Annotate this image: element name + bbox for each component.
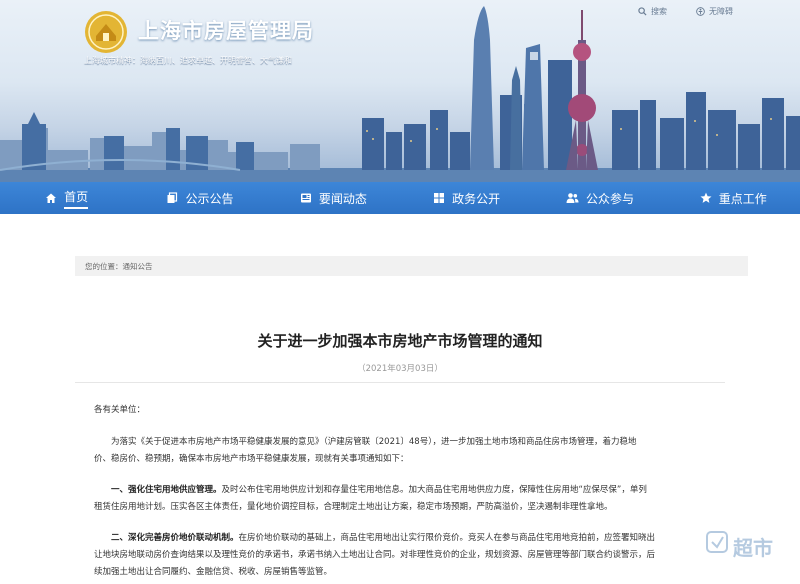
section-2-line-2: 让地块房地联动房价查询结果以及理性竞价的承诺书，承诺书纳入土地出让合同。对非理性… xyxy=(94,550,656,560)
search-icon xyxy=(638,7,647,16)
article-date: （2021年03月03日） xyxy=(357,364,443,374)
users-icon xyxy=(566,192,579,204)
breadcrumb-current-link[interactable]: 通知公告 xyxy=(123,261,153,272)
accessibility-label: 无障碍 xyxy=(709,7,733,16)
accessibility-link[interactable]: 无障碍 xyxy=(696,6,733,17)
nav-key-work-label: 重点工作 xyxy=(718,191,767,206)
section-1-text-1: 及时公布住宅用地供应计划和存量住宅用地信息。加大商品住宅用地供应力度，保障性住房… xyxy=(221,485,647,495)
grid-icon xyxy=(433,192,445,204)
search-link[interactable]: 搜索 xyxy=(638,6,667,17)
section-1-heading: 一、强化住宅用地供应管理。 xyxy=(111,485,222,495)
section-2-text-1: 在房价地价联动的基础上，商品住宅用地出让实行限价竞价。竞买人在参与商品住宅用地竞… xyxy=(238,533,656,543)
salutation: 各有关单位： xyxy=(94,405,146,415)
section-1-line-1: 一、强化住宅用地供应管理。及时公布住宅用地供应计划和存量住宅用地信息。加大商品住… xyxy=(94,482,734,499)
nav-news-label: 要闻动态 xyxy=(318,191,367,206)
watermark-text: 超市 xyxy=(733,536,773,560)
news-icon xyxy=(300,192,312,204)
city-spirit-slogan: 上海城市精神：海纳百川、追求卓越、开明睿智、大气谦和 xyxy=(84,56,292,65)
nav-key-work[interactable]: 重点工作 xyxy=(667,182,800,214)
accessibility-icon xyxy=(696,7,705,16)
home-icon xyxy=(45,192,57,204)
section-2-line-3: 续加强土地出让合同履约、金融信贷、税收、房屋销售等监管。 xyxy=(94,567,333,577)
star-icon xyxy=(700,192,712,204)
intro-line-2: 价、稳房价、稳预期，确保本市房地产市场平稳健康发展，现就有关事项通知如下： xyxy=(94,454,409,464)
copy-icon xyxy=(166,192,178,204)
search-label: 搜索 xyxy=(651,7,667,16)
section-2-heading: 二、深化完善房价地价联动机制。 xyxy=(111,533,239,543)
nav-news[interactable]: 要闻动态 xyxy=(267,182,400,214)
section-2-line-1: 二、深化完善房价地价联动机制。在房价地价联动的基础上，商品住宅用地出让实行限价竞… xyxy=(94,530,734,547)
main-nav: 首页 公示公告 要闻动态 政务公开 公众参与 重点工作 xyxy=(0,182,800,214)
article-title: 关于进一步加强本市房地产市场管理的通知 xyxy=(257,332,543,350)
intro-line-1: 为落实《关于促进本市房地产市场平稳健康发展的意见》（沪建房管联〔2021〕48号… xyxy=(111,437,637,447)
nav-public-participation-label: 公众参与 xyxy=(585,191,634,206)
nav-gov-affairs-label: 政务公开 xyxy=(452,191,501,206)
nav-gov-affairs[interactable]: 政务公开 xyxy=(400,182,533,214)
breadcrumb-prefix: 您的位置： xyxy=(85,261,123,271)
emblem-logo xyxy=(85,11,127,53)
nav-announcements[interactable]: 公示公告 xyxy=(133,182,266,214)
title-divider xyxy=(75,382,725,383)
watermark: 超市 xyxy=(705,522,795,566)
breadcrumb: 您的位置： 通知公告 xyxy=(75,256,748,276)
header-banner: 上海市房屋管理局 上海城市精神：海纳百川、追求卓越、开明睿智、大气谦和 搜索 无… xyxy=(0,0,800,182)
nav-home[interactable]: 首页 xyxy=(0,182,133,214)
nav-announcements-label: 公示公告 xyxy=(185,191,234,206)
site-title: 上海市房屋管理局 xyxy=(138,19,314,43)
nav-public-participation[interactable]: 公众参与 xyxy=(533,182,666,214)
nav-home-label: 首页 xyxy=(64,188,89,209)
section-1-line-2: 租赁住房用地计划。压实各区主体责任，量化地价调控目标，合理制定土地出让方案，稳定… xyxy=(94,502,613,512)
